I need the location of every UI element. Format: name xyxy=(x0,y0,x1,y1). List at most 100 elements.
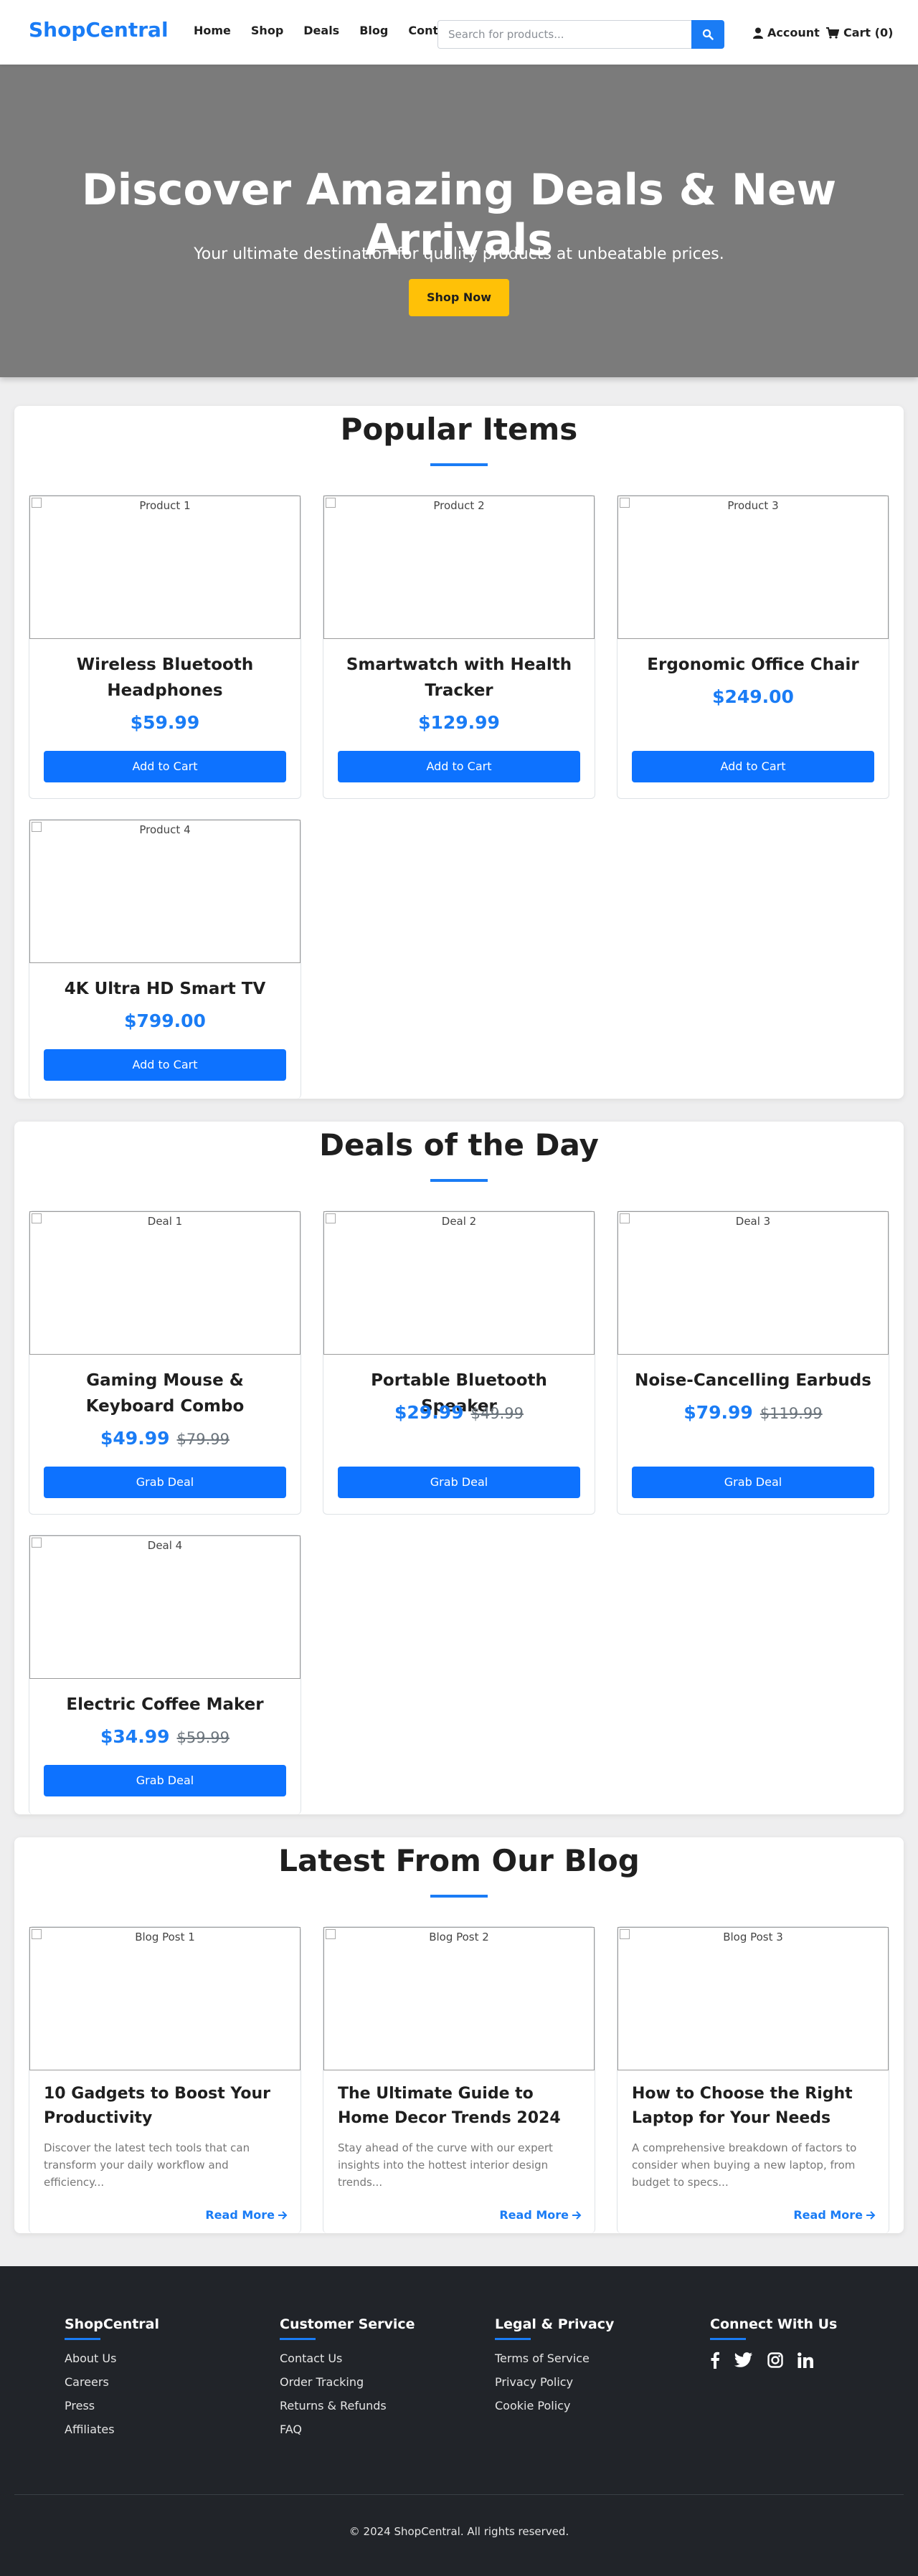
product-card: Product 1 Wireless Bluetooth Headphones … xyxy=(29,495,301,799)
instagram-icon[interactable] xyxy=(767,2352,783,2368)
shop-now-button[interactable]: Shop Now xyxy=(409,279,509,316)
site-footer: ShopCentral About Us Careers Press Affil… xyxy=(0,2266,918,2576)
broken-image-icon xyxy=(32,822,42,832)
product-image[interactable]: Product 1 xyxy=(29,496,301,639)
deal-price: $29.99 xyxy=(394,1402,464,1423)
footer-link-affiliates[interactable]: Affiliates xyxy=(65,2423,159,2436)
heading-underline xyxy=(710,2338,746,2340)
grab-deal-button[interactable]: Grab Deal xyxy=(44,1765,286,1796)
blog-image[interactable]: Blog Post 2 xyxy=(323,1927,595,2070)
blog-title[interactable]: 10 Gadgets to Boost Your Productivity xyxy=(44,2082,286,2131)
footer-link-contact[interactable]: Contact Us xyxy=(280,2352,415,2365)
facebook-icon[interactable] xyxy=(710,2352,720,2369)
blog-image[interactable]: Blog Post 1 xyxy=(29,1927,301,2070)
deals-section: Deals of the Day Deal 1 Gaming Mouse & K… xyxy=(14,1122,904,1814)
product-card: Product 4 4K Ultra HD Smart TV $799.00 A… xyxy=(29,819,301,1099)
product-image[interactable]: Product 4 xyxy=(29,820,301,963)
read-more-label: Read More xyxy=(793,2208,863,2222)
account-link[interactable]: Account xyxy=(753,26,820,39)
nav-shop[interactable]: Shop xyxy=(251,24,283,37)
blog-title[interactable]: The Ultimate Guide to Home Decor Trends … xyxy=(338,2082,580,2131)
read-more-link[interactable]: Read More xyxy=(499,2208,582,2222)
hero-subtitle: Your ultimate destination for quality pr… xyxy=(194,245,724,263)
grab-deal-button[interactable]: Grab Deal xyxy=(44,1467,286,1498)
product-name[interactable]: Ergonomic Office Chair xyxy=(632,652,874,678)
product-card: Product 3 Ergonomic Office Chair $249.00… xyxy=(617,495,889,799)
footer-link-terms[interactable]: Terms of Service xyxy=(495,2352,614,2365)
product-image[interactable]: Product 3 xyxy=(617,496,889,639)
deal-image[interactable]: Deal 3 xyxy=(617,1211,889,1355)
search-input[interactable]: Search for products... xyxy=(437,20,691,49)
search-button[interactable] xyxy=(691,20,724,49)
read-more-link[interactable]: Read More xyxy=(793,2208,876,2222)
original-price: $49.99 xyxy=(470,1405,524,1422)
blog-excerpt: Discover the latest tech tools that can … xyxy=(44,2141,250,2189)
image-alt-text: Blog Post 1 xyxy=(135,1931,195,1943)
footer-link-press[interactable]: Press xyxy=(65,2399,159,2412)
add-to-cart-button[interactable]: Add to Cart xyxy=(632,751,874,782)
broken-image-icon xyxy=(32,1538,42,1548)
heading-underline xyxy=(65,2338,100,2340)
deal-name[interactable]: Electric Coffee Maker xyxy=(44,1692,286,1718)
blog-title[interactable]: How to Choose the Right Laptop for Your … xyxy=(632,2082,874,2131)
nav-blog[interactable]: Blog xyxy=(359,24,388,37)
deal-image[interactable]: Deal 2 xyxy=(323,1211,595,1355)
footer-column-connect: Connect With Us xyxy=(710,2316,837,2369)
footer-link-cookies[interactable]: Cookie Policy xyxy=(495,2399,614,2412)
blog-section: Latest From Our Blog Blog Post 1 10 Gadg… xyxy=(14,1837,904,2233)
read-more-link[interactable]: Read More xyxy=(205,2208,288,2222)
product-name[interactable]: Wireless Bluetooth Headphones xyxy=(44,652,286,704)
site-header: ShopCentral Home Shop Deals Blog Contact… xyxy=(0,0,918,65)
nav-home[interactable]: Home xyxy=(194,24,231,37)
product-price: $129.99 xyxy=(418,712,500,733)
linkedin-icon[interactable] xyxy=(798,2352,813,2368)
footer-link-order-tracking[interactable]: Order Tracking xyxy=(280,2375,415,2389)
deal-price: $79.99 xyxy=(683,1402,753,1423)
footer-link-careers[interactable]: Careers xyxy=(65,2375,159,2389)
image-alt-text: Deal 4 xyxy=(147,1539,183,1552)
add-to-cart-button[interactable]: Add to Cart xyxy=(44,751,286,782)
deal-image[interactable]: Deal 1 xyxy=(29,1211,301,1355)
arrow-right-icon xyxy=(572,2210,582,2220)
deal-price-row: $34.99 $59.99 xyxy=(44,1726,286,1747)
product-name[interactable]: 4K Ultra HD Smart TV xyxy=(44,976,286,1002)
cart-icon xyxy=(826,27,839,39)
search-bar: Search for products... xyxy=(437,20,724,49)
broken-image-icon xyxy=(620,498,630,508)
product-name[interactable]: Smartwatch with Health Tracker xyxy=(338,652,580,704)
blog-card: Blog Post 2 The Ultimate Guide to Home D… xyxy=(323,1926,595,2233)
broken-image-icon xyxy=(32,498,42,508)
deal-image[interactable]: Deal 4 xyxy=(29,1535,301,1679)
twitter-icon[interactable] xyxy=(734,2352,753,2368)
product-price: $59.99 xyxy=(130,712,200,733)
image-alt-text: Product 1 xyxy=(139,499,191,512)
footer-column-legal: Legal & Privacy Terms of Service Privacy… xyxy=(495,2316,614,2423)
grab-deal-button[interactable]: Grab Deal xyxy=(632,1467,874,1498)
grab-deal-button[interactable]: Grab Deal xyxy=(338,1467,580,1498)
nav-deals[interactable]: Deals xyxy=(303,24,339,37)
deal-name[interactable]: Noise-Cancelling Earbuds xyxy=(632,1368,874,1393)
blog-excerpt: Stay ahead of the curve with our expert … xyxy=(338,2141,553,2189)
heading-underline xyxy=(280,2338,316,2340)
add-to-cart-button[interactable]: Add to Cart xyxy=(338,751,580,782)
blog-image[interactable]: Blog Post 3 xyxy=(617,1927,889,2070)
hero-banner: Discover Amazing Deals & New Arrivals Yo… xyxy=(0,65,918,377)
deal-name[interactable]: Gaming Mouse & Keyboard Combo xyxy=(44,1368,286,1419)
deal-price-row: $49.99 $79.99 xyxy=(44,1428,286,1449)
add-to-cart-button[interactable]: Add to Cart xyxy=(44,1049,286,1081)
broken-image-icon xyxy=(326,498,336,508)
cart-link[interactable]: Cart (0) xyxy=(826,26,893,39)
site-logo[interactable]: ShopCentral xyxy=(29,18,169,42)
broken-image-icon xyxy=(32,1929,42,1939)
footer-link-privacy[interactable]: Privacy Policy xyxy=(495,2375,614,2389)
original-price: $79.99 xyxy=(176,1431,230,1448)
popular-items-section: Popular Items Product 1 Wireless Bluetoo… xyxy=(14,406,904,1099)
title-underline xyxy=(430,1895,488,1898)
product-image[interactable]: Product 2 xyxy=(323,496,595,639)
user-icon xyxy=(753,27,763,39)
footer-link-returns[interactable]: Returns & Refunds xyxy=(280,2399,415,2412)
image-alt-text: Deal 2 xyxy=(441,1215,477,1228)
footer-link-faq[interactable]: FAQ xyxy=(280,2423,415,2436)
footer-link-about[interactable]: About Us xyxy=(65,2352,159,2365)
product-price: $799.00 xyxy=(124,1010,206,1031)
